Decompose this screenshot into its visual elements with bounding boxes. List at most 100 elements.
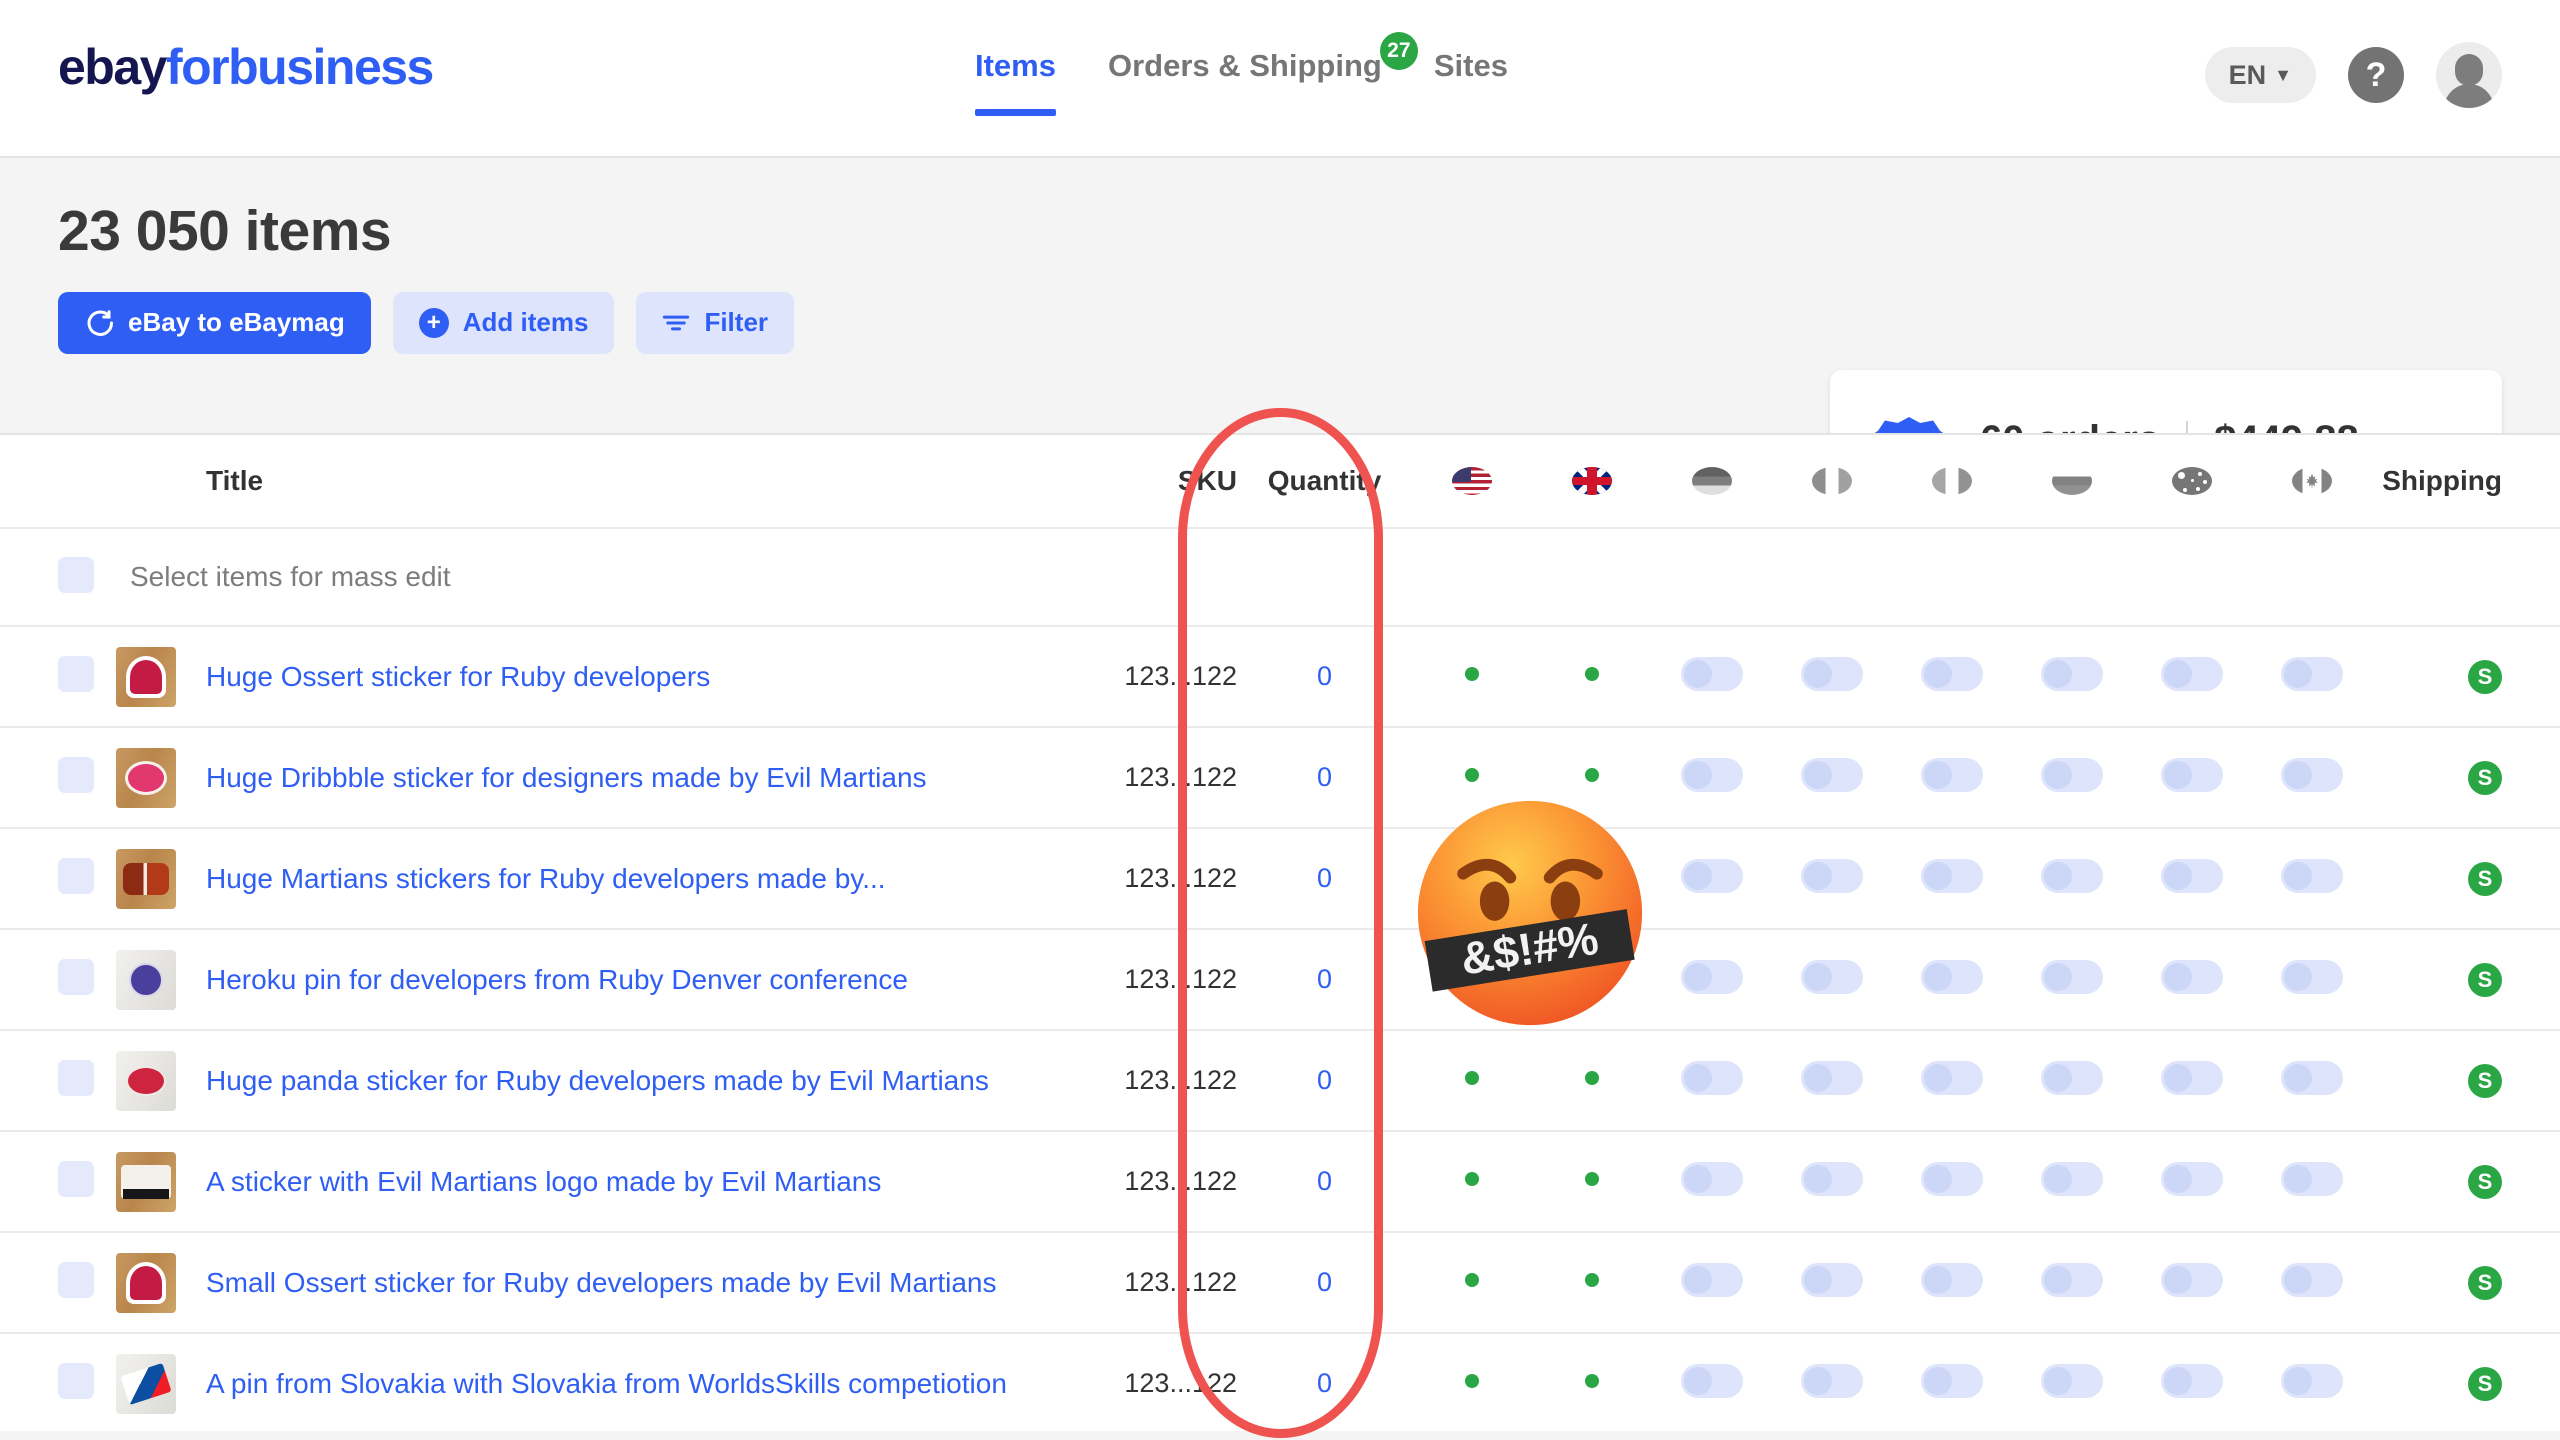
row-quantity-cell[interactable]: 0 [1237,863,1412,894]
toggle-cell-au[interactable] [2132,1162,2252,1201]
toggle-cell-ru[interactable] [2012,859,2132,898]
row-quantity-cell[interactable]: 0 [1237,1065,1412,1096]
item-quantity[interactable]: 0 [1317,661,1332,691]
row-checkbox[interactable] [58,1262,94,1298]
site-toggle-ca[interactable] [2281,1061,2343,1095]
toggle-cell-fr[interactable] [1772,960,1892,999]
toggle-cell-ca[interactable] [2252,758,2372,797]
toggle-cell-au[interactable] [2132,1061,2252,1100]
site-toggle-ca[interactable] [2281,1364,2343,1398]
ossert-sticker-thumbnail[interactable] [116,646,176,707]
row-checkbox[interactable] [58,1060,94,1096]
site-toggle-ru[interactable] [2041,1061,2103,1095]
toggle-cell-fr[interactable] [1772,1061,1892,1100]
site-toggle-it[interactable] [1921,859,1983,893]
table-row[interactable]: Huge panda sticker for Ruby developers m… [0,1029,2560,1130]
site-toggle-au[interactable] [2161,1162,2223,1196]
toggle-cell-ca[interactable] [2252,1162,2372,1201]
item-title-link[interactable]: A sticker with Evil Martians logo made b… [206,1166,1067,1198]
nav-item-orders-shipping[interactable]: Orders & Shipping 27 [1108,32,1418,116]
toggle-cell-ca[interactable] [2252,960,2372,999]
evil-martians-logo-thumbnail[interactable] [116,1151,176,1212]
item-quantity[interactable]: 0 [1317,762,1332,792]
site-toggle-au[interactable] [2161,1263,2223,1297]
martians-stickers-thumbnail[interactable] [116,848,176,909]
site-toggle-ca[interactable] [2281,859,2343,893]
site-toggle-it[interactable] [1921,1364,1983,1398]
toggle-cell-ca[interactable] [2252,1263,2372,1302]
site-toggle-ru[interactable] [2041,960,2103,994]
site-toggle-de[interactable] [1681,1061,1743,1095]
toggle-cell-de[interactable] [1652,1162,1772,1201]
toggle-cell-it[interactable] [1892,1263,2012,1302]
toggle-cell-au[interactable] [2132,657,2252,696]
site-toggle-ca[interactable] [2281,758,2343,792]
toggle-cell-it[interactable] [1892,960,2012,999]
row-quantity-cell[interactable]: 0 [1237,1368,1412,1399]
toggle-cell-de[interactable] [1652,1061,1772,1100]
item-quantity[interactable]: 0 [1317,964,1332,994]
toggle-cell-it[interactable] [1892,859,2012,898]
item-quantity[interactable]: 0 [1317,1368,1332,1398]
site-toggle-au[interactable] [2161,1061,2223,1095]
item-title-link[interactable]: A pin from Slovakia with Slovakia from W… [206,1368,1067,1400]
site-toggle-ca[interactable] [2281,1162,2343,1196]
site-toggle-it[interactable] [1921,960,1983,994]
toggle-cell-ca[interactable] [2252,859,2372,898]
toggle-cell-fr[interactable] [1772,1364,1892,1403]
row-quantity-cell[interactable]: 0 [1237,661,1412,692]
site-toggle-de[interactable] [1681,1162,1743,1196]
site-toggle-fr[interactable] [1801,1263,1863,1297]
site-toggle-ru[interactable] [2041,758,2103,792]
site-toggle-fr[interactable] [1801,859,1863,893]
help-icon[interactable]: ? [2348,47,2404,103]
site-toggle-ca[interactable] [2281,1263,2343,1297]
site-toggle-ru[interactable] [2041,657,2103,691]
site-toggle-ru[interactable] [2041,859,2103,893]
avatar[interactable] [2436,42,2502,108]
site-toggle-au[interactable] [2161,1364,2223,1398]
toggle-cell-de[interactable] [1652,758,1772,797]
site-toggle-de[interactable] [1681,1263,1743,1297]
toggle-cell-au[interactable] [2132,859,2252,898]
row-checkbox[interactable] [58,858,94,894]
toggle-cell-it[interactable] [1892,1364,2012,1403]
toggle-cell-ru[interactable] [2012,1364,2132,1403]
site-toggle-de[interactable] [1681,1364,1743,1398]
site-toggle-de[interactable] [1681,758,1743,792]
row-quantity-cell[interactable]: 0 [1237,1166,1412,1197]
table-row[interactable]: Small Ossert sticker for Ruby developers… [0,1231,2560,1332]
toggle-cell-de[interactable] [1652,657,1772,696]
toggle-cell-au[interactable] [2132,1364,2252,1403]
toggle-cell-de[interactable] [1652,1263,1772,1302]
item-quantity[interactable]: 0 [1317,1166,1332,1196]
site-toggle-au[interactable] [2161,657,2223,691]
select-all-checkbox[interactable] [58,556,94,593]
site-toggle-fr[interactable] [1801,1061,1863,1095]
toggle-cell-it[interactable] [1892,657,2012,696]
row-quantity-cell[interactable]: 0 [1237,1267,1412,1298]
panda-sticker-thumbnail[interactable] [116,1050,176,1111]
site-toggle-fr[interactable] [1801,960,1863,994]
table-row[interactable]: A pin from Slovakia with Slovakia from W… [0,1332,2560,1433]
filter-button[interactable]: Filter [636,291,795,354]
nav-item-sites[interactable]: Sites [1434,48,1508,116]
site-toggle-fr[interactable] [1801,657,1863,691]
site-toggle-fr[interactable] [1801,758,1863,792]
site-toggle-ru[interactable] [2041,1263,2103,1297]
table-row[interactable]: Huge Dribbble sticker for designers made… [0,726,2560,827]
item-title-link[interactable]: Huge Dribbble sticker for designers made… [206,762,1067,794]
site-toggle-de[interactable] [1681,859,1743,893]
language-selector[interactable]: EN ▼ [2204,47,2316,103]
site-toggle-fr[interactable] [1801,1162,1863,1196]
toggle-cell-fr[interactable] [1772,1162,1892,1201]
toggle-cell-ru[interactable] [2012,657,2132,696]
site-toggle-it[interactable] [1921,1061,1983,1095]
table-row[interactable]: Huge Ossert sticker for Ruby developers 1… [0,625,2560,726]
site-toggle-au[interactable] [2161,758,2223,792]
toggle-cell-fr[interactable] [1772,758,1892,797]
site-toggle-de[interactable] [1681,657,1743,691]
item-quantity[interactable]: 0 [1317,863,1332,893]
site-toggle-it[interactable] [1921,758,1983,792]
site-toggle-au[interactable] [2161,859,2223,893]
